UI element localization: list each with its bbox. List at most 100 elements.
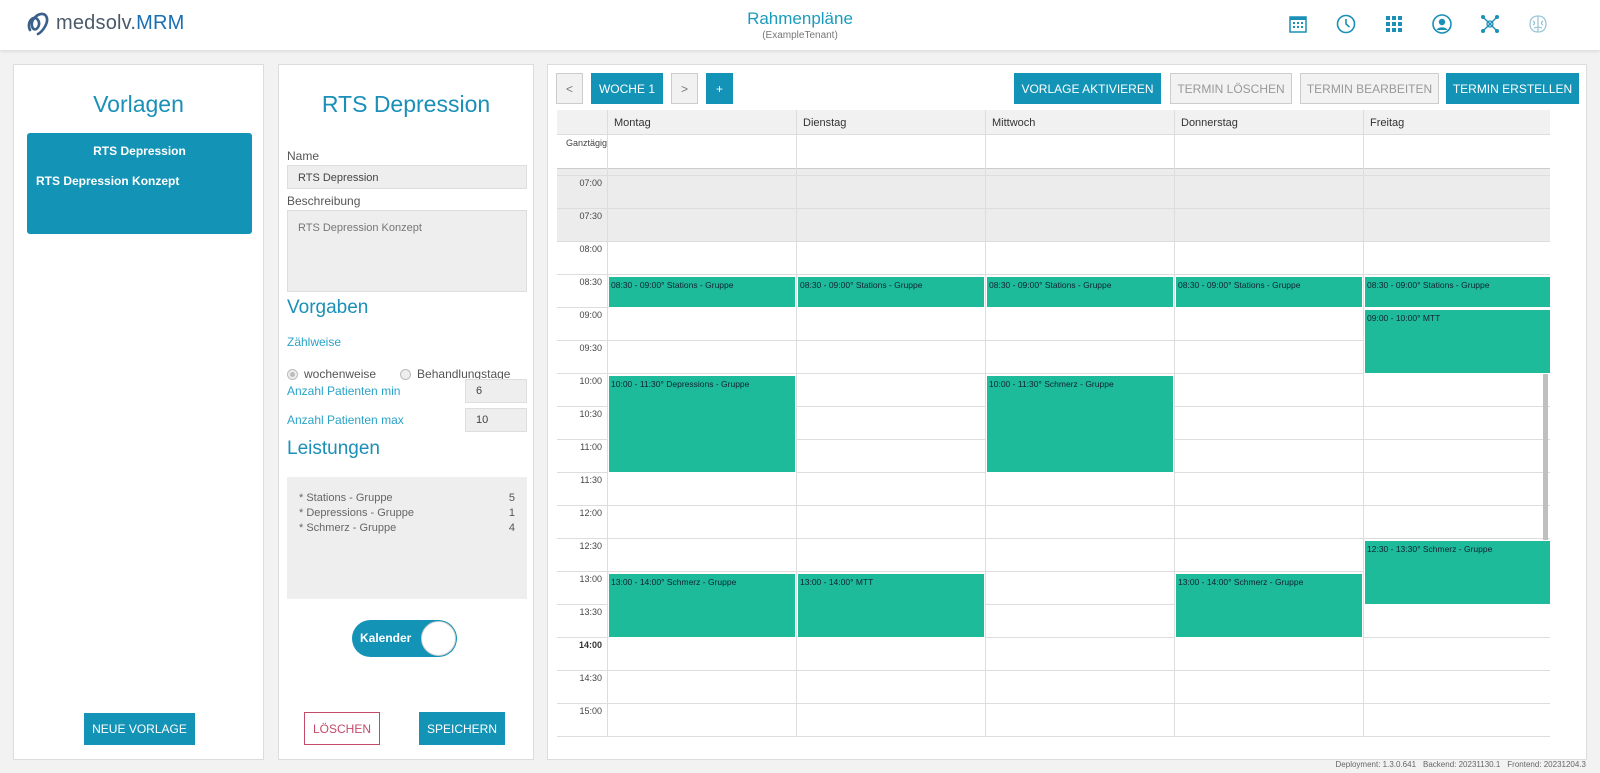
list-item: * Schmerz - Gruppe 4: [299, 522, 515, 534]
template-detail-title: RTS Depression: [321, 91, 491, 117]
calendar-event[interactable]: 10:00 - 11:30° Depressions - Gruppe: [608, 375, 796, 473]
prev-week-button[interactable]: <: [556, 73, 583, 104]
allday-label: Ganztägig: [566, 138, 608, 148]
name-label: Name: [287, 149, 320, 163]
leistungen-title: Leistungen: [287, 438, 380, 459]
create-event-button[interactable]: TERMIN ERSTELLEN: [1446, 73, 1579, 104]
week-selector[interactable]: WOCHE 1: [591, 73, 663, 104]
radio-treatment-days[interactable]: [400, 368, 412, 380]
day-column-divider: [1174, 135, 1175, 737]
list-item: * Stations - Gruppe 5: [299, 492, 515, 504]
toggle-knob: [421, 621, 456, 656]
time-slot-row[interactable]: 14:00: [557, 638, 1550, 671]
leistungen-list: * Stations - Gruppe 5 * Depressions - Gru…: [287, 477, 527, 599]
clock-icon[interactable]: [1334, 12, 1358, 36]
next-week-button[interactable]: >: [671, 73, 698, 104]
calendar-event[interactable]: 09:00 - 10:00° MTT: [1364, 309, 1550, 374]
template-list-item[interactable]: RTS Depression RTS Depression Konzept: [27, 133, 252, 234]
new-template-button[interactable]: NEUE VORLAGE: [84, 713, 195, 745]
header-nav: [1286, 12, 1550, 36]
time-label: 12:00: [579, 508, 602, 518]
patients-min-label: Anzahl Patienten min: [287, 384, 401, 398]
time-label: 10:30: [579, 409, 602, 419]
time-label: 13:30: [579, 607, 602, 617]
description-label: Beschreibung: [287, 194, 361, 208]
vorgaben-title: Vorgaben: [287, 297, 369, 318]
list-item: * Depressions - Gruppe 1: [299, 507, 515, 519]
calendar-grid: Ganztägig Montag Dienstag Mittwoch Donnerst…: [557, 110, 1550, 737]
day-column-divider: [796, 135, 797, 737]
time-label: 08:30: [579, 277, 602, 287]
calendar-event[interactable]: 13:00 - 14:00° MTT: [797, 573, 985, 638]
time-label: 12:30: [579, 541, 602, 551]
patients-max-field[interactable]: 10: [465, 408, 527, 432]
backend-version: Backend: 20231130.1: [1423, 760, 1501, 769]
time-slot-row[interactable]: 08:00: [557, 242, 1550, 275]
network-icon[interactable]: [1478, 12, 1502, 36]
time-label: 11:00: [580, 442, 602, 452]
name-field[interactable]: RTS Depression: [287, 165, 527, 189]
description-field[interactable]: RTS Depression Konzept: [287, 210, 527, 292]
day-header: Dienstag: [796, 110, 985, 135]
tenant-name: (ExampleTenant): [762, 30, 838, 41]
apps-grid-icon[interactable]: [1382, 12, 1406, 36]
time-slot-row[interactable]: 07:30: [557, 209, 1550, 242]
brain-icon[interactable]: [1526, 12, 1550, 36]
time-label: 14:00: [578, 640, 602, 650]
time-slot-row[interactable]: 15:00: [557, 704, 1550, 737]
time-slot-row[interactable]: 12:00: [557, 506, 1550, 539]
time-label: 13:00: [579, 574, 602, 584]
calendar-icon[interactable]: [1286, 12, 1310, 36]
page-title-block: Rahmenpläne (ExampleTenant): [650, 9, 950, 41]
calendar-event[interactable]: 08:30 - 09:00° Stations - Gruppe: [1175, 276, 1363, 308]
day-header: Montag: [607, 110, 796, 135]
calendar-event[interactable]: 08:30 - 09:00° Stations - Gruppe: [608, 276, 796, 308]
day-header: Donnerstag: [1174, 110, 1363, 135]
calendar-toggle-label: Kalender: [360, 631, 412, 645]
time-label: 07:30: [579, 211, 602, 221]
time-label: 08:00: [579, 244, 602, 254]
time-label: 10:00: [579, 376, 602, 386]
calendar-event[interactable]: 12:30 - 13:30° Schmerz - Gruppe: [1364, 540, 1550, 605]
template-item-name: RTS Depression: [93, 144, 186, 158]
deployment-version: Deployment: 1.3.0.641: [1335, 760, 1417, 769]
day-header: Mittwoch: [985, 110, 1174, 135]
app-logo[interactable]: medsolv.MRM: [24, 8, 185, 38]
allday-row[interactable]: Ganztägig: [557, 135, 1550, 169]
calendar-event[interactable]: 08:30 - 09:00° Stations - Gruppe: [986, 276, 1174, 308]
delete-event-button[interactable]: TERMIN LÖSCHEN: [1170, 73, 1292, 104]
edit-event-button[interactable]: TERMIN BEARBEITEN: [1300, 73, 1439, 104]
save-template-button[interactable]: SPEICHERN: [419, 712, 505, 745]
time-slot-row[interactable]: 07:00: [557, 176, 1550, 209]
calendar-event[interactable]: 10:00 - 11:30° Schmerz - Gruppe: [986, 375, 1174, 473]
logo-suffix: MRM: [136, 11, 185, 34]
delete-template-button[interactable]: LÖSCHEN: [304, 712, 380, 745]
patients-min-field[interactable]: 6: [465, 379, 527, 403]
activate-template-button[interactable]: VORLAGE AKTIVIEREN: [1014, 73, 1161, 104]
calendar-event[interactable]: 13:00 - 14:00° Schmerz - Gruppe: [608, 573, 796, 638]
frontend-version: Frontend: 20231204.3: [1507, 760, 1586, 769]
calendar-toggle[interactable]: Kalender: [352, 620, 457, 657]
patients-max-label: Anzahl Patienten max: [287, 413, 404, 427]
app-header: medsolv.MRM Rahmenpläne (ExampleTenant): [0, 0, 1600, 50]
time-slot-row[interactable]: 11:30: [557, 473, 1550, 506]
time-label: 14:30: [579, 673, 602, 683]
templates-panel: Vorlagen RTS Depression RTS Depression K…: [13, 64, 264, 760]
logo-mark-icon: [27, 12, 49, 36]
radio-weekly[interactable]: [287, 368, 298, 380]
calendar-event[interactable]: 08:30 - 09:00° Stations - Gruppe: [1364, 276, 1550, 308]
time-slot-row[interactable]: 14:30: [557, 671, 1550, 704]
zaehlweise-label: Zählweise: [287, 335, 342, 349]
add-week-button[interactable]: +: [706, 73, 733, 104]
time-label: 09:30: [579, 343, 602, 353]
calendar-event[interactable]: 13:00 - 14:00° Schmerz - Gruppe: [1175, 573, 1363, 638]
user-icon[interactable]: [1430, 12, 1454, 36]
radio-weekly-label: wochenweise: [304, 367, 377, 381]
time-label: 07:00: [579, 178, 602, 188]
calendar-event[interactable]: 08:30 - 09:00° Stations - Gruppe: [797, 276, 985, 308]
calendar-panel: < WOCHE 1 > + VORLAGE AKTIVIEREN TERMIN …: [547, 64, 1587, 760]
day-column-divider: [1363, 135, 1364, 737]
version-footer: Deployment: 1.3.0.641 Backend: 20231130.…: [1336, 760, 1586, 769]
time-label: 15:00: [579, 706, 602, 716]
template-item-description: RTS Depression Konzept: [36, 174, 180, 188]
